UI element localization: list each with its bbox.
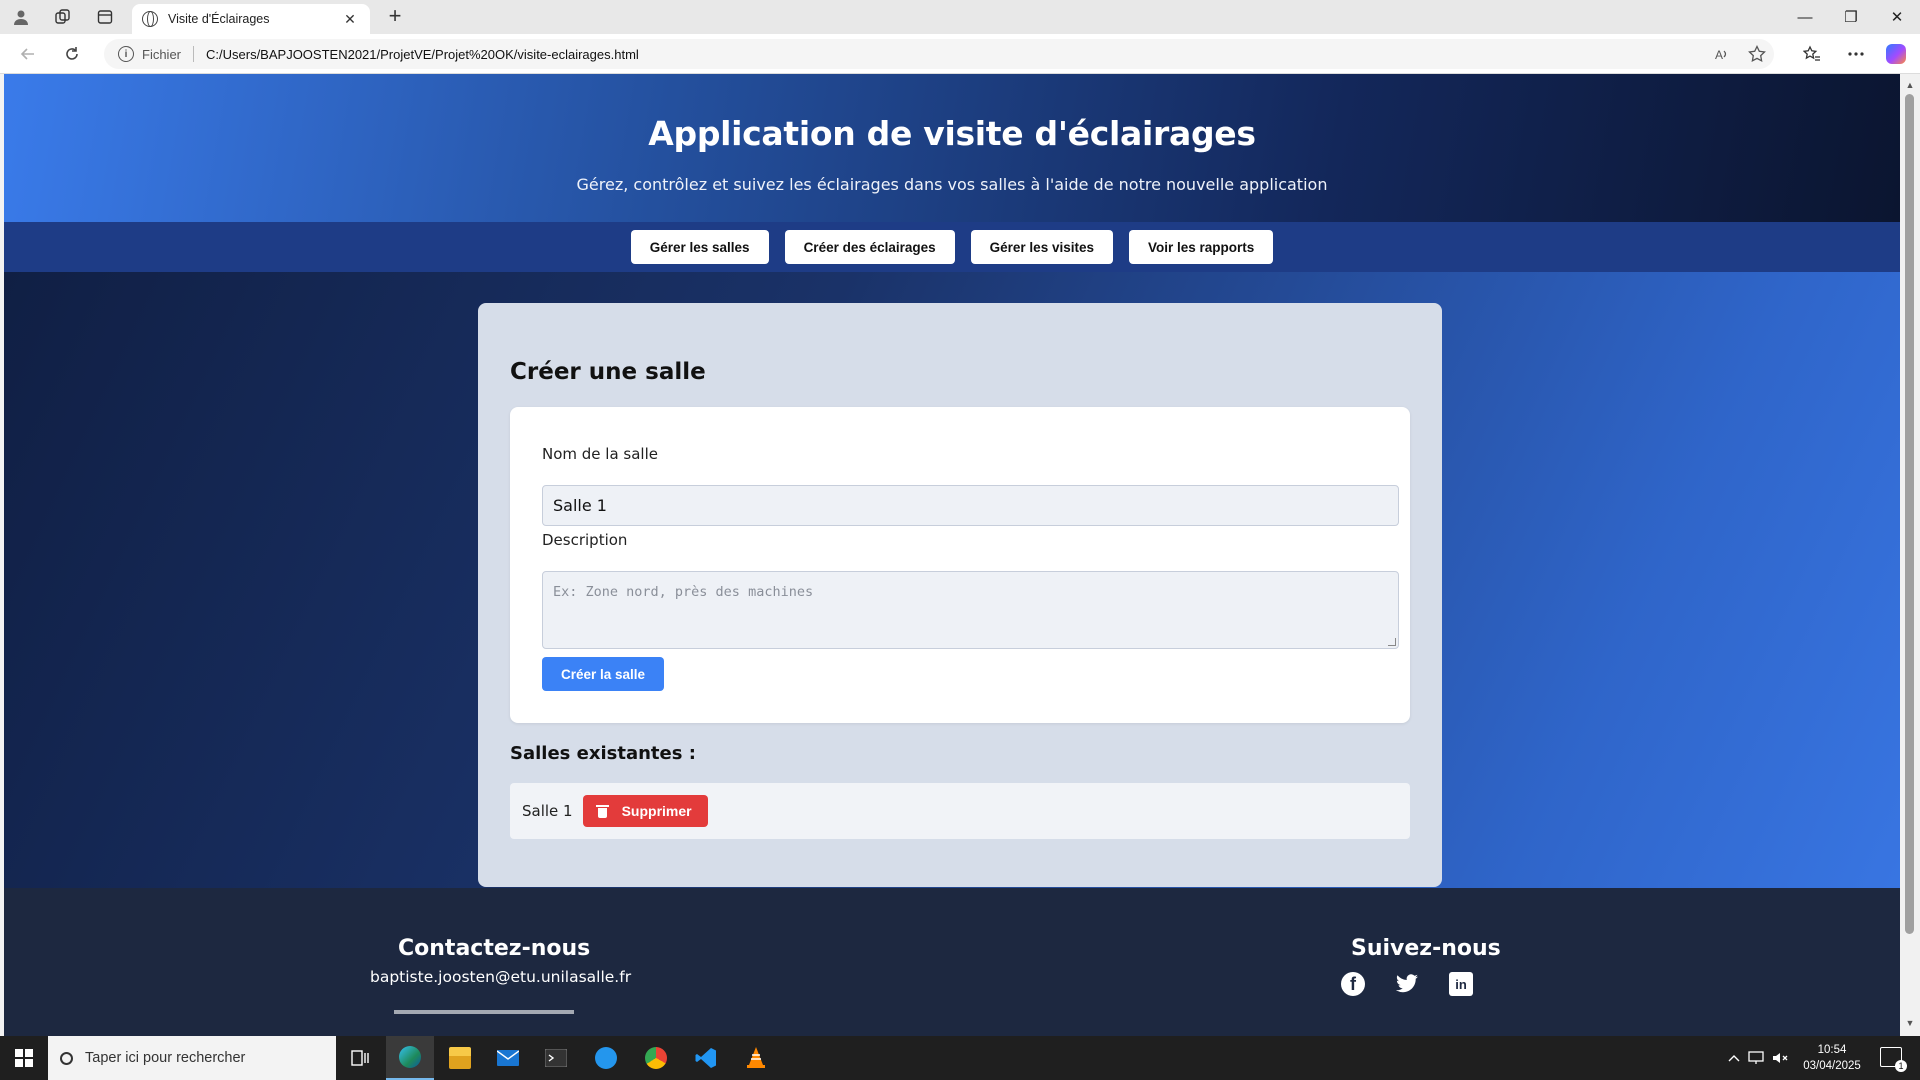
notification-count: 1 <box>1895 1060 1907 1072</box>
create-room-form: Nom de la salle Salle 1 Description Ex: … <box>510 407 1410 723</box>
nav-create-lights-button[interactable]: Créer des éclairages <box>784 230 955 264</box>
twitter-icon[interactable] <box>1395 972 1419 996</box>
page-header: Application de visite d'éclairages Gérez… <box>4 74 1900 222</box>
back-icon[interactable] <box>8 34 48 74</box>
delete-label: Supprimer <box>621 803 692 819</box>
linkedin-icon[interactable]: in <box>1449 972 1473 996</box>
page-scrollbar[interactable]: ▲ ▼ <box>1900 74 1920 1036</box>
search-placeholder: Taper ici pour rechercher <box>85 1050 246 1066</box>
list-item: Salle 1 Supprimer <box>510 783 1410 839</box>
edge-app-icon[interactable] <box>386 1036 434 1080</box>
more-options-icon[interactable] <box>1836 34 1876 74</box>
security-label: Fichier <box>142 46 182 62</box>
address-toolbar: i Fichier C:/Users/BAPJOOSTEN2021/Projet… <box>0 34 1920 74</box>
scroll-thumb[interactable] <box>1905 94 1914 934</box>
url-bar[interactable]: i Fichier C:/Users/BAPJOOSTEN2021/Projet… <box>104 39 1774 69</box>
reload-icon[interactable] <box>52 34 92 74</box>
windows-taskbar: Taper ici pour rechercher 10:54 03/04/20… <box>0 1036 1920 1080</box>
page-viewport: Application de visite d'éclairages Gérez… <box>4 74 1900 1036</box>
close-window-button[interactable]: ✕ <box>1874 0 1920 34</box>
start-button[interactable] <box>0 1036 48 1080</box>
create-room-title: Créer une salle <box>510 359 706 385</box>
info-icon[interactable]: i <box>118 46 134 62</box>
chrome-icon[interactable] <box>632 1036 680 1080</box>
docker-icon[interactable] <box>582 1036 630 1080</box>
profile-icon[interactable] <box>0 0 42 34</box>
workspaces-icon[interactable] <box>42 0 84 34</box>
rooms-card: Créer une salle Nom de la salle Salle 1 … <box>478 303 1442 887</box>
vertical-tabs-icon[interactable] <box>84 0 126 34</box>
page-title: Application de visite d'éclairages <box>648 114 1256 153</box>
create-room-button[interactable]: Créer la salle <box>542 657 664 691</box>
nav-manage-visits-button[interactable]: Gérer les visites <box>970 230 1113 264</box>
clock-time: 10:54 <box>1817 1044 1847 1056</box>
copilot-icon[interactable] <box>1876 34 1916 74</box>
tab-close-icon[interactable]: ✕ <box>340 11 360 28</box>
globe-icon <box>142 11 158 27</box>
search-icon <box>60 1051 73 1065</box>
active-tab[interactable]: Visite d'Éclairages ✕ <box>132 4 370 34</box>
delete-room-button[interactable]: Supprimer <box>582 795 708 827</box>
favorites-icon[interactable] <box>1792 34 1832 74</box>
terminal-icon[interactable] <box>532 1036 580 1080</box>
read-aloud-icon[interactable]: A <box>1714 39 1730 69</box>
room-name-label: Nom de la salle <box>542 445 658 463</box>
nav-view-reports-button[interactable]: Voir les rapports <box>1128 230 1274 264</box>
description-label: Description <box>542 531 628 549</box>
taskbar-search[interactable]: Taper ici pour rechercher <box>48 1036 336 1080</box>
nav-manage-rooms-button[interactable]: Gérer les salles <box>630 230 769 264</box>
scroll-down-icon[interactable]: ▼ <box>1905 1018 1915 1028</box>
main-nav: Gérer les salles Créer des éclairages Gé… <box>4 222 1900 272</box>
facebook-icon[interactable]: f <box>1341 972 1365 996</box>
browser-tab-bar: Visite d'Éclairages ✕ + — ❐ ✕ <box>0 0 1920 34</box>
svg-text:A: A <box>1715 48 1723 62</box>
contact-email[interactable]: baptiste.joosten@etu.unilasalle.fr <box>370 968 631 986</box>
favorite-star-icon[interactable] <box>1748 39 1766 69</box>
minimize-button[interactable]: — <box>1782 0 1828 34</box>
new-tab-button[interactable]: + <box>380 4 410 30</box>
resize-handle-icon[interactable] <box>1388 638 1396 646</box>
show-hidden-icons[interactable] <box>1728 1036 1740 1080</box>
vlc-icon[interactable] <box>732 1036 780 1080</box>
description-placeholder: Ex: Zone nord, près des machines <box>553 584 814 600</box>
tab-title: Visite d'Éclairages <box>168 12 270 26</box>
url-separator <box>193 46 195 62</box>
mail-icon[interactable] <box>484 1036 532 1080</box>
description-textarea[interactable]: Ex: Zone nord, près des machines <box>542 571 1399 649</box>
clock-date: 03/04/2025 <box>1803 1060 1861 1072</box>
scroll-up-icon[interactable]: ▲ <box>1905 80 1915 90</box>
page-footer: Contactez-nous baptiste.joosten@etu.unil… <box>4 888 1900 1036</box>
vscode-icon[interactable] <box>682 1036 730 1080</box>
maximize-button[interactable]: ❐ <box>1828 0 1874 34</box>
trash-icon <box>595 804 609 818</box>
room-name: Salle 1 <box>522 802 573 820</box>
existing-rooms-title: Salles existantes : <box>510 743 696 764</box>
contact-line-cut <box>394 1006 574 1020</box>
room-name-input[interactable]: Salle 1 <box>542 485 1399 526</box>
network-icon[interactable] <box>1748 1036 1764 1080</box>
taskbar-clock[interactable]: 10:54 03/04/2025 <box>1782 1042 1882 1074</box>
contact-title: Contactez-nous <box>398 936 591 961</box>
windows-logo-icon <box>15 1049 33 1067</box>
notification-center-icon[interactable]: 1 <box>1880 1047 1907 1072</box>
url-text[interactable]: C:/Users/BAPJOOSTEN2021/ProjetVE/Projet%… <box>206 47 639 62</box>
page-subtitle: Gérez, contrôlez et suivez les éclairage… <box>576 175 1328 194</box>
task-view-icon[interactable] <box>336 1036 384 1080</box>
follow-title: Suivez-nous <box>1351 936 1501 961</box>
file-explorer-icon[interactable] <box>436 1036 484 1080</box>
